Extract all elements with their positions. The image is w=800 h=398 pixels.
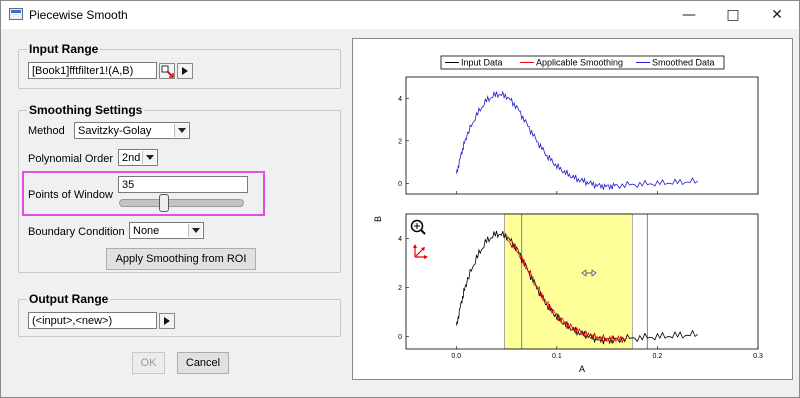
top-plot: 0 2 4 (398, 90, 759, 194)
chevron-down-icon (174, 124, 188, 137)
series-line (455, 90, 698, 191)
cancel-button[interactable]: Cancel (177, 352, 229, 374)
chevron-down-icon (188, 224, 202, 237)
boundary-condition-label: Boundary Condition (28, 226, 125, 238)
minimize-button[interactable]: — (667, 1, 711, 29)
minimize-icon: — (682, 7, 696, 23)
select-range-button[interactable] (159, 63, 175, 79)
method-value: Savitzky-Golay (78, 125, 152, 137)
boundary-condition-select[interactable]: None (129, 222, 204, 239)
graph-preview-panel: Input Data Applicable Smoothing Smoothed… (352, 38, 793, 380)
top-plot-frame (405, 76, 759, 195)
legend-label-applicable: Applicable Smoothing (536, 58, 623, 68)
input-range-menu-button[interactable] (177, 63, 193, 79)
play-arrow-icon (182, 67, 188, 75)
polynomial-order-select[interactable]: 2nd (118, 149, 158, 166)
chevron-down-icon (142, 151, 156, 164)
x-axis-title: A (579, 364, 585, 374)
output-range-field[interactable]: (<input>,<new>) (28, 312, 157, 329)
points-of-window-input[interactable]: 35 (118, 176, 248, 193)
maximize-button[interactable]: □ (711, 1, 755, 29)
x-tick-label: 0.0 (451, 353, 461, 360)
ok-button[interactable]: OK (132, 352, 165, 374)
smoothing-settings-label: Smoothing Settings (27, 103, 145, 117)
y-tick-label: 2 (398, 285, 402, 292)
y-tick-label: 4 (398, 236, 402, 243)
output-range-menu-button[interactable] (159, 313, 175, 329)
x-tick-label: 0.2 (653, 353, 663, 360)
input-range-label: Input Range (27, 42, 101, 56)
points-slider-thumb[interactable] (159, 194, 170, 212)
close-icon: ✕ (771, 7, 783, 23)
title-bar[interactable]: Piecewise Smooth — □ ✕ (1, 1, 799, 29)
x-tick-label: 0.1 (552, 353, 562, 360)
y-tick-label: 4 (398, 96, 402, 103)
y-tick-label: 0 (398, 334, 402, 341)
axes-arrows-icon[interactable] (413, 244, 428, 259)
legend-label-smoothed: Smoothed Data (652, 58, 715, 68)
y-axis-title: B (373, 216, 383, 222)
x-tick-label: 0.3 (753, 353, 763, 360)
maximize-icon: □ (726, 7, 740, 23)
method-label: Method (28, 125, 65, 137)
window-title: Piecewise Smooth (29, 8, 128, 22)
polynomial-order-label: Polynomial Order (28, 153, 113, 165)
input-range-field[interactable]: [Book1]fftfilter1!(A,B) (28, 62, 157, 79)
polynomial-order-value: 2nd (122, 152, 141, 164)
legend-label-input: Input Data (461, 58, 503, 68)
close-button[interactable]: ✕ (755, 1, 799, 29)
play-arrow-icon (164, 317, 170, 325)
range-picker-icon (161, 65, 174, 78)
points-slider-track[interactable] (119, 199, 244, 207)
points-of-window-label: Points of Window (28, 189, 113, 201)
zoom-icon[interactable] (410, 219, 426, 235)
y-tick-label: 2 (398, 138, 402, 145)
app-icon (9, 8, 23, 20)
y-tick-label: 0 (398, 181, 402, 188)
boundary-condition-value: None (133, 225, 160, 237)
method-select[interactable]: Savitzky-Golay (74, 122, 190, 139)
dialog-window: Piecewise Smooth — □ ✕ Input Range [Book… (0, 0, 800, 398)
graph-svg: Input Data Applicable Smoothing Smoothed… (373, 55, 763, 374)
apply-smoothing-button[interactable]: Apply Smoothing from ROI (106, 248, 256, 270)
output-range-label: Output Range (27, 292, 111, 306)
